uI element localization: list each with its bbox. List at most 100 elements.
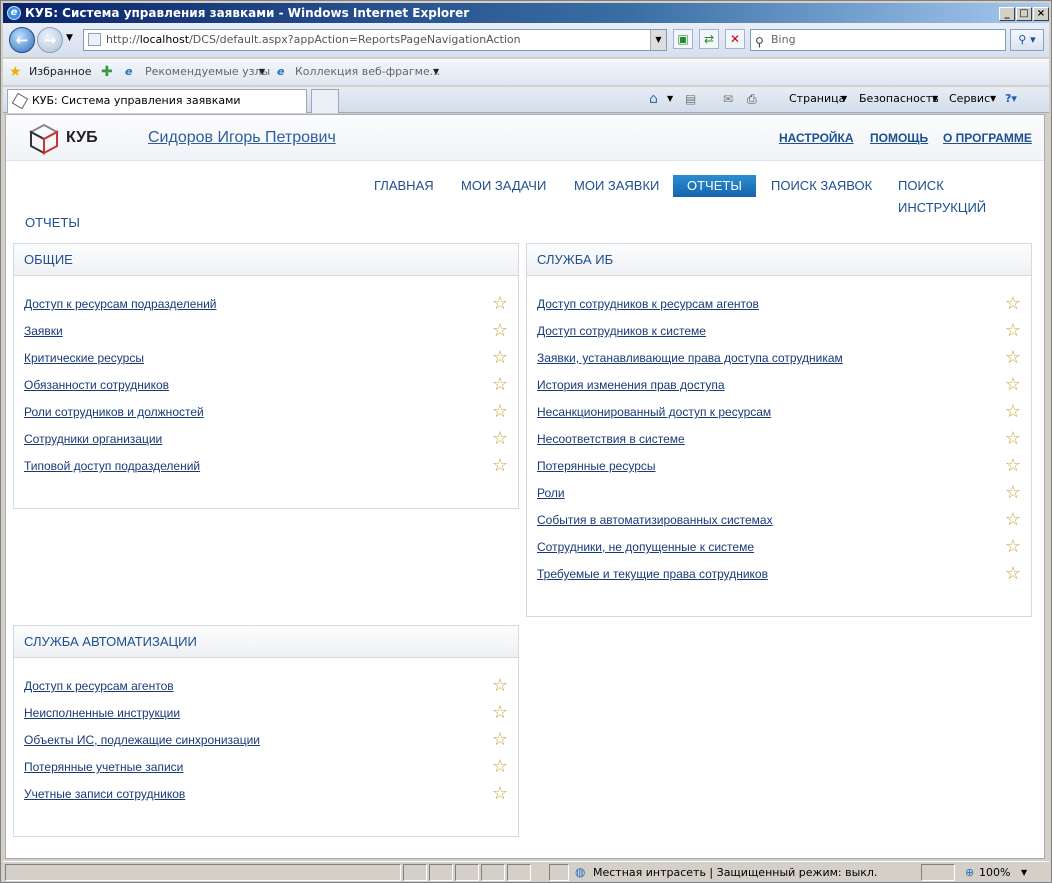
report-link[interactable]: Доступ сотрудников к ресурсам агентов bbox=[537, 297, 759, 311]
report-link[interactable]: История изменения прав доступа bbox=[537, 378, 725, 392]
favorite-star-icon[interactable]: ☆ bbox=[492, 348, 508, 368]
favorite-star-icon[interactable]: ☆ bbox=[1005, 564, 1021, 584]
mail-icon[interactable]: ✉ bbox=[723, 87, 733, 111]
gallery-dropdown-icon[interactable]: ▼ bbox=[433, 60, 439, 84]
tools-menu[interactable]: Сервис bbox=[949, 87, 990, 111]
favorite-star-icon[interactable]: ☆ bbox=[1005, 483, 1021, 503]
report-row: Сотрудники организации ☆ bbox=[24, 429, 508, 450]
report-link[interactable]: Несоответствия в системе bbox=[537, 432, 685, 446]
address-dropdown-icon[interactable]: ▼ bbox=[650, 30, 666, 50]
new-tab-button[interactable] bbox=[311, 89, 339, 113]
favorite-star-icon[interactable]: ☆ bbox=[1005, 294, 1021, 314]
report-link[interactable]: Сотрудники организации bbox=[24, 432, 162, 446]
favorite-star-icon[interactable]: ☆ bbox=[492, 429, 508, 449]
report-link[interactable]: Объекты ИС, подлежащие синхронизации bbox=[24, 733, 260, 747]
web-slice-gallery-link[interactable]: Коллекция веб-фрагме... bbox=[295, 60, 440, 84]
help-link[interactable]: ПОМОЩЬ bbox=[870, 131, 928, 145]
report-row: Типовой доступ подразделений ☆ bbox=[24, 456, 508, 477]
print-icon[interactable]: ⎙ bbox=[747, 87, 757, 111]
zoom-dropdown-icon[interactable]: ▼ bbox=[1021, 864, 1027, 881]
settings-link[interactable]: НАСТРОЙКА bbox=[779, 131, 854, 145]
report-link[interactable]: Заявки bbox=[24, 324, 63, 338]
add-favorites-icon[interactable]: ✚ bbox=[101, 60, 113, 84]
suggested-dropdown-icon[interactable]: ▼ bbox=[259, 60, 265, 84]
report-link[interactable]: События в автоматизированных системах bbox=[537, 513, 773, 527]
report-row: История изменения прав доступа ☆ bbox=[537, 375, 1021, 396]
menu-my-tasks[interactable]: МОИ ЗАДАЧИ bbox=[447, 175, 560, 197]
search-input[interactable]: ⚲ Bing bbox=[750, 29, 1006, 51]
report-link[interactable]: Потерянные ресурсы bbox=[537, 459, 656, 473]
report-link[interactable]: Доступ к ресурсам подразделений bbox=[24, 297, 216, 311]
page-title: ОТЧЕТЫ bbox=[25, 215, 80, 230]
help-icon[interactable]: ?▾ bbox=[1005, 87, 1017, 111]
panel-title: СЛУЖБА ИБ bbox=[527, 244, 1031, 276]
zoom-level[interactable]: 100% bbox=[979, 864, 1010, 881]
favorite-star-icon[interactable]: ☆ bbox=[492, 730, 508, 750]
recent-pages-dropdown-icon[interactable]: ▼ bbox=[66, 33, 73, 43]
favorite-star-icon[interactable]: ☆ bbox=[492, 321, 508, 341]
maximize-button[interactable]: □ bbox=[1016, 7, 1032, 21]
forward-button[interactable]: → bbox=[37, 27, 63, 53]
favorite-star-icon[interactable]: ☆ bbox=[492, 456, 508, 476]
feeds-icon[interactable]: ▤ bbox=[685, 87, 696, 111]
favorite-star-icon[interactable]: ☆ bbox=[492, 784, 508, 804]
report-link[interactable]: Доступ сотрудников к системе bbox=[537, 324, 706, 338]
menu-reports[interactable]: ОТЧЕТЫ bbox=[673, 175, 756, 197]
favorite-star-icon[interactable]: ☆ bbox=[492, 402, 508, 422]
tab-active[interactable]: КУБ: Система управления заявками bbox=[7, 89, 307, 113]
favorite-star-icon[interactable]: ☆ bbox=[1005, 456, 1021, 476]
home-dropdown-icon[interactable]: ▼ bbox=[667, 87, 673, 111]
report-link[interactable]: Требуемые и текущие права сотрудников bbox=[537, 567, 768, 581]
favorite-star-icon[interactable]: ☆ bbox=[492, 375, 508, 395]
favorite-star-icon[interactable]: ☆ bbox=[492, 757, 508, 777]
report-link[interactable]: Неисполненные инструкции bbox=[24, 706, 180, 720]
report-link[interactable]: Роли сотрудников и должностей bbox=[24, 405, 204, 419]
page-menu[interactable]: Страница bbox=[789, 87, 845, 111]
menu-search-requests[interactable]: ПОИСК ЗАЯВОК bbox=[757, 175, 886, 197]
home-icon[interactable]: ⌂ bbox=[649, 87, 658, 111]
favorite-star-icon[interactable]: ☆ bbox=[1005, 375, 1021, 395]
minimize-button[interactable]: _ bbox=[999, 7, 1015, 21]
report-row: Заявки, устанавливающие права доступа со… bbox=[537, 348, 1021, 369]
safety-menu[interactable]: Безопасность bbox=[859, 87, 939, 111]
report-link[interactable]: Несанкционированный доступ к ресурсам bbox=[537, 405, 771, 419]
report-link[interactable]: Критические ресурсы bbox=[24, 351, 144, 365]
user-name-link[interactable]: Сидоров Игорь Петрович bbox=[148, 129, 336, 147]
favorites-star-icon[interactable]: ★ bbox=[9, 60, 22, 84]
report-link[interactable]: Доступ к ресурсам агентов bbox=[24, 679, 174, 693]
report-link[interactable]: Типовой доступ подразделений bbox=[24, 459, 200, 473]
protected-mode-icon[interactable] bbox=[921, 864, 955, 881]
report-link[interactable]: Сотрудники, не допущенные к системе bbox=[537, 540, 754, 554]
suggested-sites-link[interactable]: Рекомендуемые узлы bbox=[145, 60, 270, 84]
favorite-star-icon[interactable]: ☆ bbox=[1005, 348, 1021, 368]
search-button[interactable]: ⚲ ▾ bbox=[1010, 29, 1044, 51]
security-status-icon[interactable] bbox=[549, 864, 569, 881]
report-link[interactable]: Роли bbox=[537, 486, 565, 500]
compatibility-icon[interactable]: ▣ bbox=[673, 29, 693, 49]
report-link[interactable]: Учетные записи сотрудников bbox=[24, 787, 185, 801]
menu-my-requests[interactable]: МОИ ЗАЯВКИ bbox=[560, 175, 673, 197]
report-link[interactable]: Заявки, устанавливающие права доступа со… bbox=[537, 351, 843, 365]
favorite-star-icon[interactable]: ☆ bbox=[492, 676, 508, 696]
favorite-star-icon[interactable]: ☆ bbox=[1005, 321, 1021, 341]
address-bar[interactable]: http://localhost/DCS/default.aspx?appAct… bbox=[83, 29, 667, 51]
favorite-star-icon[interactable]: ☆ bbox=[1005, 510, 1021, 530]
page-content: КУБ Сидоров Игорь Петрович НАСТРОЙКА ПОМ… bbox=[5, 114, 1045, 859]
favorite-star-icon[interactable]: ☆ bbox=[1005, 537, 1021, 557]
report-link[interactable]: Обязанности сотрудников bbox=[24, 378, 169, 392]
menu-home[interactable]: ГЛАВНАЯ bbox=[360, 175, 448, 197]
stop-icon[interactable]: ✕ bbox=[725, 29, 745, 49]
report-link[interactable]: Потерянные учетные записи bbox=[24, 760, 183, 774]
favorites-label[interactable]: Избранное bbox=[29, 60, 91, 84]
zone-status[interactable]: Местная интрасеть | Защищенный режим: вы… bbox=[593, 864, 877, 881]
favorite-star-icon[interactable]: ☆ bbox=[492, 703, 508, 723]
about-link[interactable]: О ПРОГРАММЕ bbox=[943, 131, 1032, 145]
refresh-icon[interactable]: ⇄ bbox=[699, 29, 719, 49]
back-button[interactable]: ← bbox=[9, 27, 35, 53]
menu-search-instructions[interactable]: ПОИСК ИНСТРУКЦИЙ bbox=[884, 175, 1044, 215]
close-button[interactable]: × bbox=[1033, 7, 1049, 21]
favorite-star-icon[interactable]: ☆ bbox=[1005, 429, 1021, 449]
report-row: Обязанности сотрудников ☆ bbox=[24, 375, 508, 396]
favorite-star-icon[interactable]: ☆ bbox=[1005, 402, 1021, 422]
favorite-star-icon[interactable]: ☆ bbox=[492, 294, 508, 314]
